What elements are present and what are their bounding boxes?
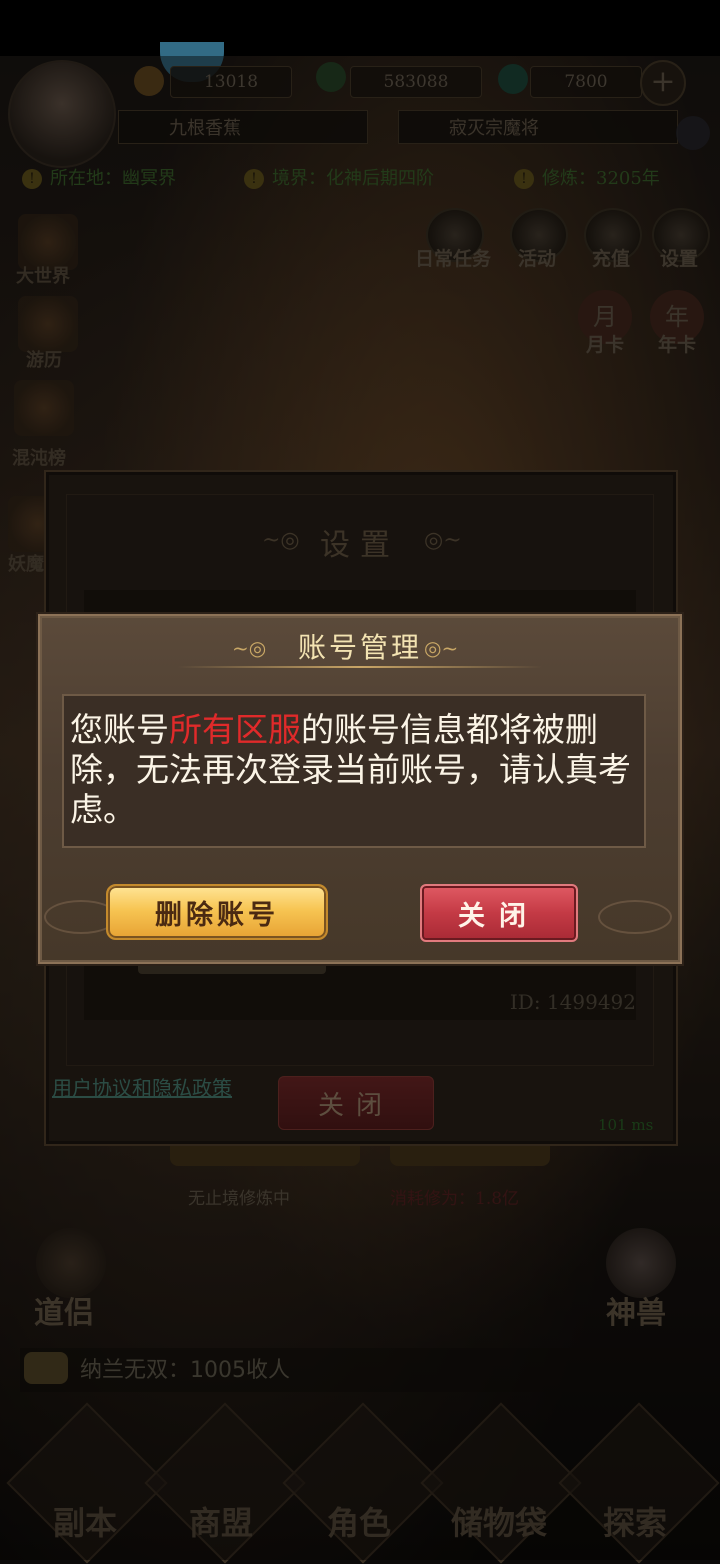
close-button[interactable]: 关闭	[420, 884, 578, 942]
warning-highlight: 所有区服	[169, 710, 301, 749]
close-label: 关闭	[458, 900, 540, 932]
title-ornament-right-icon: ◎~	[424, 636, 459, 660]
delete-account-label: 删除账号	[155, 899, 279, 931]
title-divider	[178, 666, 542, 668]
warning-message: 您账号所有区服的账号信息都将被删除，无法再次登录当前账号，请认真考虑。	[70, 710, 636, 830]
delete-account-button[interactable]: 删除账号	[106, 884, 328, 940]
status-bar	[0, 0, 720, 56]
warning-text-start: 您账号	[70, 710, 169, 749]
cloud-ornament-icon	[598, 900, 672, 934]
